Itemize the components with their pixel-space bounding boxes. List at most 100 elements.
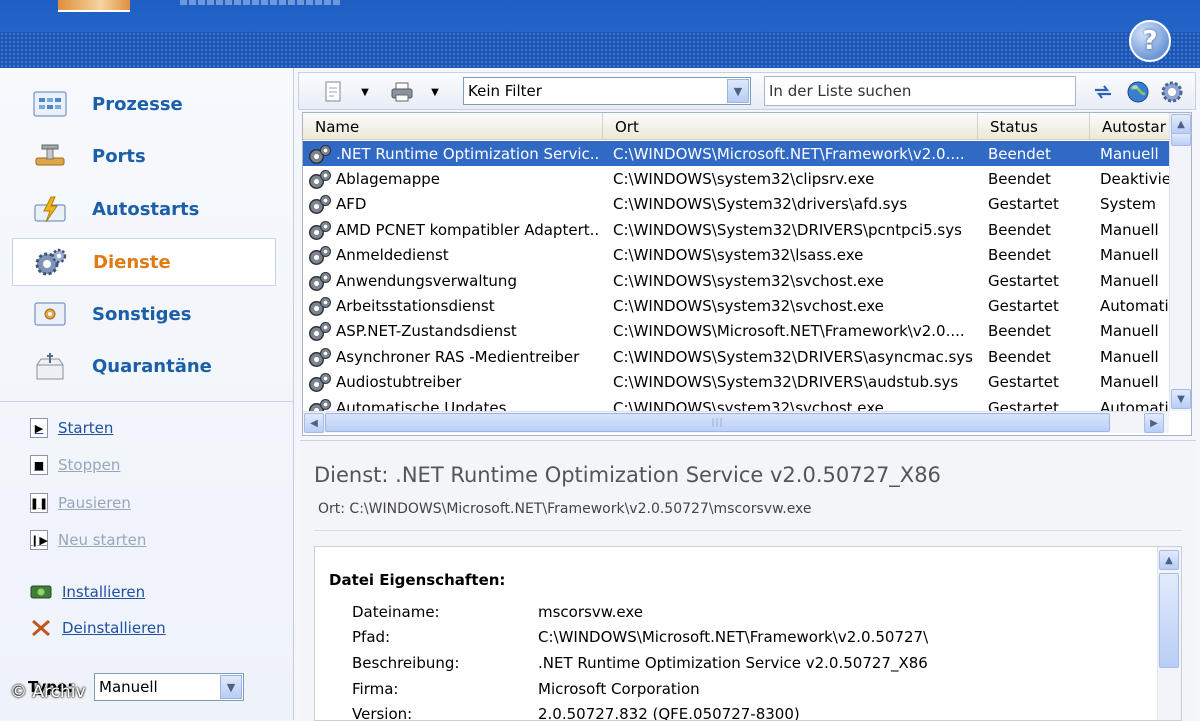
table-row[interactable]: Anwendungsverwaltung C:\WINDOWS\system32\… bbox=[303, 268, 1169, 293]
cell-text: Arbeitsstationsdienst bbox=[336, 296, 495, 315]
table-row[interactable]: ASP.NET-Zustandsdienst C:\WINDOWS\Microso… bbox=[303, 319, 1169, 344]
table-row[interactable]: Asynchroner RAS -Medientreiber C:\WINDOWS… bbox=[303, 344, 1169, 369]
cell-ort: C:\WINDOWS\Microsoft.NET\Framework\v2.0.… bbox=[613, 141, 975, 166]
quarantine-icon bbox=[32, 351, 68, 381]
nav-label: Dienste bbox=[93, 251, 171, 273]
properties-scrollbar[interactable]: ▲ bbox=[1157, 547, 1181, 720]
cell-text: Manuell bbox=[1100, 246, 1159, 265]
help-icon: ? bbox=[1142, 26, 1158, 56]
nav-item-prozesse[interactable]: Prozesse bbox=[12, 80, 276, 128]
scroll-left-button[interactable]: ◀ bbox=[304, 413, 324, 433]
print-button[interactable] bbox=[389, 81, 415, 103]
table-row[interactable]: AFD C:\WINDOWS\System32\drivers\afd.sys Ge… bbox=[303, 192, 1169, 217]
table-row[interactable]: Automatische Updates C:\WINDOWS\system32\… bbox=[303, 395, 1169, 411]
install-button[interactable]: Installieren bbox=[30, 583, 145, 601]
cell-ort: C:\WINDOWS\system32\svchost.exe bbox=[613, 268, 975, 293]
table-row[interactable]: Ablagemappe C:\WINDOWS\system32\clipsrv.e… bbox=[303, 166, 1169, 191]
search-input[interactable] bbox=[764, 76, 1076, 106]
action-label: Stoppen bbox=[58, 456, 121, 474]
property-key: Firma: bbox=[352, 680, 399, 698]
cell-name: Audiostubtreiber bbox=[309, 370, 599, 395]
table-row[interactable]: Audiostubtreiber C:\WINDOWS\System32\DRIV… bbox=[303, 370, 1169, 395]
services-table: Name Ort Status Autostar .NET Runtime Op… bbox=[302, 112, 1192, 436]
settings-button[interactable] bbox=[1159, 81, 1185, 103]
details-panel: Dienst: .NET Runtime Optimization Servic… bbox=[300, 440, 1196, 721]
app-logo-wordmark bbox=[180, 0, 340, 5]
scroll-up-button[interactable]: ▲ bbox=[1159, 550, 1179, 570]
cell-text: Gestartet bbox=[988, 373, 1059, 392]
stop-icon: ■ bbox=[30, 455, 48, 475]
cell-text: Deaktivie bbox=[1100, 169, 1169, 188]
service-gear-icon bbox=[309, 244, 333, 266]
action-label: Installieren bbox=[62, 583, 146, 601]
nav-item-dienste[interactable]: Dienste bbox=[12, 238, 276, 286]
scroll-thumb[interactable]: ||| bbox=[325, 413, 1110, 432]
print-dropdown-button[interactable]: ▼ bbox=[427, 81, 443, 103]
scroll-right-button[interactable]: ▶ bbox=[1144, 413, 1164, 433]
table-row[interactable]: .NET Runtime Optimization Servic... C:\WI… bbox=[303, 141, 1169, 167]
sidebar-divider bbox=[0, 401, 294, 402]
cell-status: Gestartet bbox=[988, 395, 1088, 412]
column-header-autostart[interactable]: Autostar bbox=[1090, 113, 1169, 140]
table-row[interactable]: Arbeitsstationsdienst C:\WINDOWS\system32… bbox=[303, 293, 1169, 318]
action-label: Deinstallieren bbox=[62, 619, 166, 637]
table-row[interactable]: AMD PCNET kompatibler Adaptert... C:\WIND… bbox=[303, 217, 1169, 242]
vertical-scrollbar[interactable]: ▲ ▼ bbox=[1169, 113, 1191, 411]
scroll-thumb[interactable] bbox=[1171, 133, 1191, 146]
column-header-name[interactable]: Name bbox=[303, 113, 603, 140]
help-button[interactable]: ? bbox=[1129, 20, 1171, 62]
misc-icon bbox=[32, 299, 68, 329]
chevron-down-icon[interactable]: ▼ bbox=[727, 79, 749, 103]
scroll-up-button[interactable]: ▲ bbox=[1171, 114, 1191, 134]
property-value: .NET Runtime Optimization Service v2.0.5… bbox=[538, 654, 928, 672]
chevron-down-icon: ▼ bbox=[431, 86, 439, 98]
cell-status: Gestartet bbox=[988, 293, 1088, 318]
nav-label: Sonstiges bbox=[92, 303, 192, 325]
pause-button[interactable]: ❚❚ Pausieren bbox=[30, 493, 131, 513]
cell-text: AFD bbox=[336, 195, 367, 214]
cell-name: .NET Runtime Optimization Servic... bbox=[309, 141, 599, 166]
nav-item-sonstiges[interactable]: Sonstiges bbox=[12, 290, 276, 338]
scroll-down-button[interactable]: ▼ bbox=[1171, 389, 1191, 409]
cell-text: C:\WINDOWS\Microsoft.NET\Framework\v2.0.… bbox=[613, 322, 965, 341]
uninstall-button[interactable]: Deinstallieren bbox=[30, 618, 166, 638]
cell-name: Ablagemappe bbox=[309, 166, 599, 191]
cell-ort: C:\WINDOWS\system32\svchost.exe bbox=[613, 293, 975, 318]
web-button[interactable] bbox=[1125, 81, 1151, 103]
view-button[interactable] bbox=[321, 81, 345, 103]
table-row[interactable]: Anmeldedienst C:\WINDOWS\system32\lsass.e… bbox=[303, 243, 1169, 268]
cell-ort: C:\WINDOWS\system32\svchost.exe bbox=[613, 395, 975, 412]
cell-text: C:\WINDOWS\Microsoft.NET\Framework\v2.0.… bbox=[613, 144, 965, 163]
stop-button[interactable]: ■ Stoppen bbox=[30, 455, 120, 475]
service-gear-icon bbox=[309, 320, 333, 342]
service-gear-icon bbox=[309, 346, 333, 368]
property-key: Pfad: bbox=[352, 628, 391, 646]
details-title: Dienst: .NET Runtime Optimization Servic… bbox=[314, 463, 941, 487]
column-header-ort[interactable]: Ort bbox=[603, 113, 978, 140]
scroll-thumb[interactable] bbox=[1159, 573, 1179, 668]
cell-ort: C:\WINDOWS\System32\drivers\afd.sys bbox=[613, 192, 975, 217]
nav-item-ports[interactable]: Ports bbox=[12, 132, 276, 180]
filter-select-value: Kein Filter bbox=[468, 82, 542, 100]
chevron-down-icon: ▼ bbox=[361, 86, 369, 98]
nav-label: Autostarts bbox=[92, 198, 200, 220]
cell-name: AMD PCNET kompatibler Adaptert... bbox=[309, 217, 599, 242]
view-dropdown-button[interactable]: ▼ bbox=[357, 81, 373, 103]
property-key: Version: bbox=[352, 705, 413, 721]
cell-text: Automatis bbox=[1100, 398, 1169, 412]
refresh-button[interactable] bbox=[1091, 81, 1115, 103]
type-select[interactable]: Manuell ▼ bbox=[94, 673, 244, 701]
property-key: Dateiname: bbox=[352, 603, 440, 621]
horizontal-scrollbar[interactable]: ◀ ||| ▶ bbox=[303, 411, 1169, 433]
filter-select[interactable]: Kein Filter ▼ bbox=[463, 77, 751, 105]
cell-text: C:\WINDOWS\system32\svchost.exe bbox=[613, 296, 884, 315]
cell-text: C:\WINDOWS\System32\DRIVERS\audstub.sys bbox=[613, 373, 959, 392]
column-header-status[interactable]: Status bbox=[978, 113, 1090, 140]
cell-status: Beendet bbox=[988, 319, 1088, 344]
chevron-down-icon[interactable]: ▼ bbox=[220, 675, 242, 699]
property-value: Microsoft Corporation bbox=[538, 680, 700, 698]
nav-item-autostarts[interactable]: Autostarts bbox=[12, 185, 276, 233]
start-button[interactable]: ▶ Starten bbox=[30, 418, 113, 438]
restart-button[interactable]: ❙▶ Neu starten bbox=[30, 530, 146, 550]
nav-item-quarantaene[interactable]: Quarantäne bbox=[12, 342, 276, 390]
